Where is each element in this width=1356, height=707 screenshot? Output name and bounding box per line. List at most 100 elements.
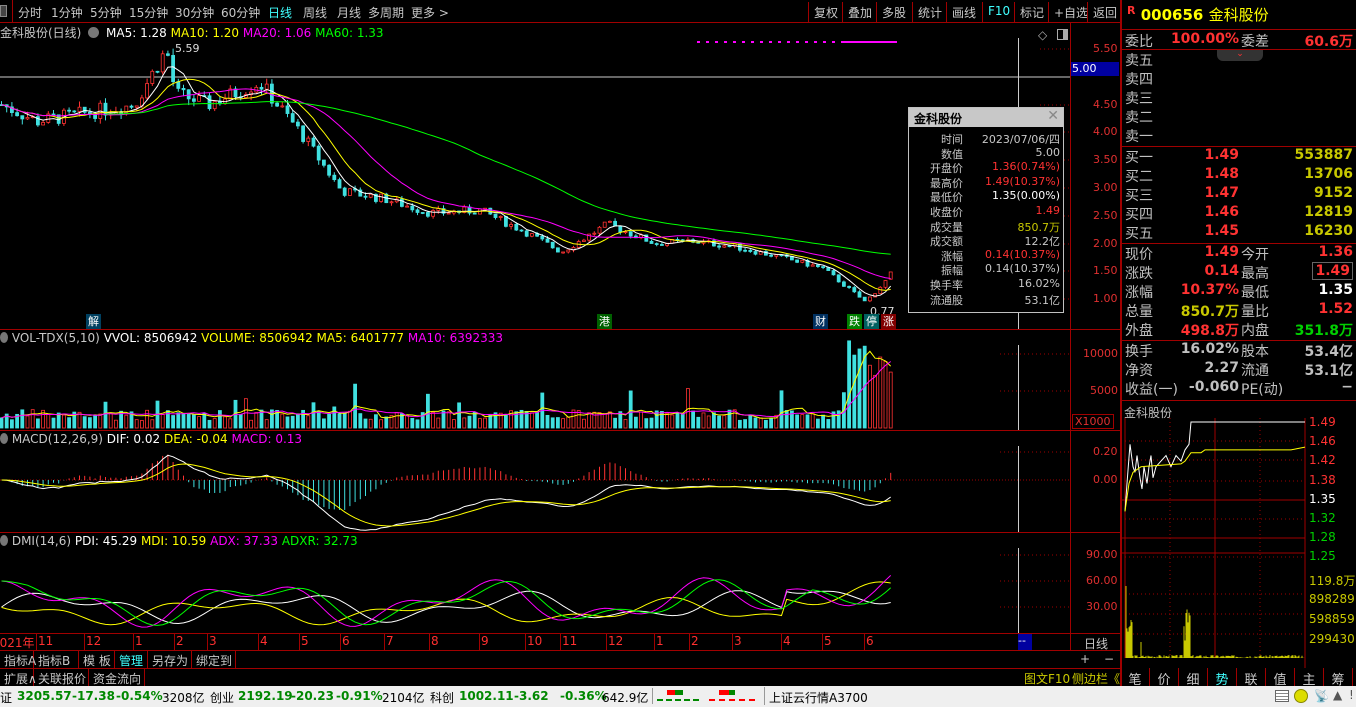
cy-value[interactable]: 2192.19 xyxy=(238,689,293,703)
month-tick xyxy=(84,634,85,650)
candle-body xyxy=(509,223,514,227)
month-tick xyxy=(429,634,430,650)
month-tick xyxy=(732,634,733,650)
buy-volume: 9152 xyxy=(1314,185,1353,201)
intraday-tab-6[interactable]: 主 xyxy=(1295,668,1324,688)
buy-price: 1.48 xyxy=(1204,166,1239,182)
sell-level-row: 卖五 xyxy=(1125,50,1353,69)
weibi-label: 委比 xyxy=(1125,34,1153,50)
candle-body xyxy=(275,102,280,107)
alert-icon[interactable]: ! xyxy=(1349,688,1354,702)
intraday-price-label: 1.32 xyxy=(1309,511,1336,525)
indicator-tab-2[interactable]: 模 板 xyxy=(79,651,115,669)
buy-level-row[interactable]: 买一 1.49 553887 xyxy=(1125,147,1353,166)
zoom-in-button[interactable]: + xyxy=(1080,652,1090,666)
volume-bar xyxy=(197,416,202,429)
volume-bar xyxy=(363,418,368,429)
cursor-price-label: 5.00 xyxy=(1071,62,1119,76)
tooltip-key: 涨幅 xyxy=(941,249,963,263)
volume-bar xyxy=(311,402,316,429)
extension-tab-0[interactable]: 扩展∧ xyxy=(0,669,37,687)
signal-dash xyxy=(742,41,745,43)
market-breadth-indicator xyxy=(705,688,757,704)
server-label[interactable]: 上证云行情A3700 xyxy=(764,687,868,705)
intraday-tab-1[interactable]: 价 xyxy=(1150,668,1179,688)
candle-body xyxy=(753,251,758,255)
tooltip-row: 振幅 0.14(10.37%) xyxy=(909,262,1063,277)
candle-body xyxy=(514,223,519,231)
event-marker[interactable]: 港 xyxy=(597,314,612,329)
intraday-tab-0[interactable]: 笔 xyxy=(1121,668,1150,688)
volume-bar xyxy=(712,412,716,429)
tooltip-key: 收盘价 xyxy=(930,206,963,219)
month-tick xyxy=(479,634,480,650)
month-label: 12 xyxy=(86,634,102,648)
coin-icon[interactable] xyxy=(1294,689,1308,703)
candle-body xyxy=(868,296,872,302)
indicator-tab-0[interactable]: 指标A xyxy=(0,651,36,669)
tooltip-key: 成交额 xyxy=(930,235,963,249)
candle-body xyxy=(847,285,851,288)
volume-bar xyxy=(847,340,851,429)
volume-bar xyxy=(425,393,430,429)
intraday-tab-7[interactable]: 筹 xyxy=(1324,668,1353,688)
event-marker[interactable]: 涨 xyxy=(881,314,896,329)
intraday-tab-4[interactable]: 联 xyxy=(1237,668,1266,688)
sidebar-toggle[interactable]: 侧边栏《 xyxy=(1072,670,1120,687)
candle-body xyxy=(342,187,347,196)
zoom-out-button[interactable]: − xyxy=(1104,652,1114,666)
month-tick xyxy=(258,634,259,650)
extension-tab-1[interactable]: 关联报价 xyxy=(34,669,89,687)
intraday-tab-5[interactable]: 值 xyxy=(1266,668,1295,688)
event-marker[interactable]: 财 xyxy=(813,314,828,329)
vol-axis-label: 10000 xyxy=(1083,347,1118,360)
volume-bar xyxy=(436,417,441,429)
sh-label: 证 xyxy=(0,691,13,705)
extension-tab-2[interactable]: 资金流向 xyxy=(89,669,145,687)
news-icon[interactable] xyxy=(1275,690,1289,702)
month-tick xyxy=(525,634,526,650)
buy-level-row[interactable]: 买三 1.47 9152 xyxy=(1125,185,1353,204)
indicator-tab-5[interactable]: 绑定到 xyxy=(192,651,236,669)
signal-dash xyxy=(760,41,763,43)
candle-body xyxy=(628,231,633,237)
intraday-tab-2[interactable]: 细 xyxy=(1179,668,1208,688)
event-marker[interactable]: 解 xyxy=(86,314,101,329)
fund-label: 收益(一) xyxy=(1125,382,1178,398)
candle-body xyxy=(363,195,368,198)
buy-level-row[interactable]: 买五 1.45 16230 xyxy=(1125,223,1353,242)
buy-volume: 553887 xyxy=(1294,147,1353,163)
volume-bar xyxy=(347,410,352,429)
event-marker[interactable]: 跌 xyxy=(847,314,862,329)
signal-dash xyxy=(861,41,865,43)
sh-value[interactable]: 3205.57 xyxy=(17,689,72,703)
price-axis-label: 3.00 xyxy=(1093,181,1118,194)
intraday-tab-3[interactable]: 势 xyxy=(1208,668,1237,688)
macd-axis-label: 0.20 xyxy=(1093,445,1118,458)
volume-bar xyxy=(264,419,269,429)
candle-body xyxy=(103,102,108,116)
volume-bar xyxy=(410,417,415,429)
indicator-tab-3[interactable]: 管理 xyxy=(115,651,148,669)
volume-bar xyxy=(836,410,841,429)
kc-value[interactable]: 1002.11 xyxy=(459,689,514,703)
buy-price: 1.45 xyxy=(1204,223,1239,239)
close-icon[interactable]: ✕ xyxy=(1047,108,1059,124)
satellite-icon[interactable]: 📡 xyxy=(1314,689,1329,703)
fund-label: 流通 xyxy=(1241,363,1269,379)
buy-level-row[interactable]: 买四 1.46 12819 xyxy=(1125,204,1353,223)
tree-icon[interactable]: ▲ xyxy=(1333,688,1342,702)
f10-link[interactable]: 图文F10 xyxy=(1024,670,1070,687)
cy-amount: 2104亿 xyxy=(382,691,425,705)
volume-bar xyxy=(217,410,222,429)
ma5-line xyxy=(1,66,892,297)
month-tick xyxy=(606,634,607,650)
kline-chart[interactable] xyxy=(0,0,1120,650)
month-label: 3 xyxy=(734,634,742,648)
event-marker[interactable]: 停 xyxy=(864,314,879,329)
candle-body xyxy=(540,235,545,240)
indicator-tab-4[interactable]: 另存为 xyxy=(148,651,192,669)
buy-level-row[interactable]: 买二 1.48 13706 xyxy=(1125,166,1353,185)
buy-level-label: 买一 xyxy=(1125,150,1153,166)
indicator-tab-1[interactable]: 指标B xyxy=(34,651,79,669)
